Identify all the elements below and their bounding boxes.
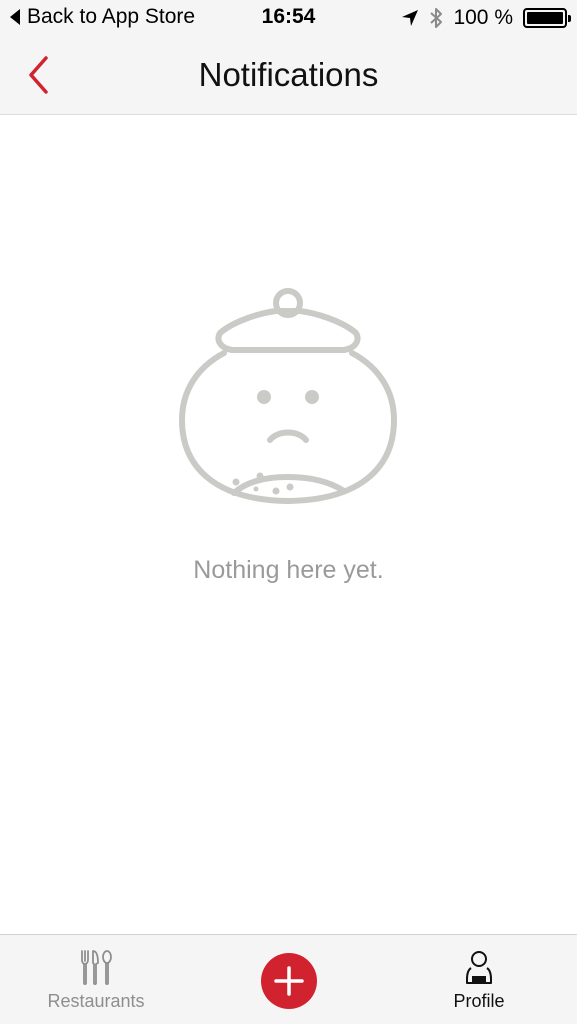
status-bar: Back to App Store 16:54 100 %	[0, 0, 577, 38]
empty-state-message: Nothing here yet.	[193, 556, 384, 584]
battery-level	[527, 12, 563, 24]
battery-icon	[523, 8, 571, 28]
tab-restaurants[interactable]: Restaurants	[30, 935, 162, 1024]
location-arrow-icon	[402, 10, 419, 26]
cutlery-icon	[79, 949, 113, 987]
add-button[interactable]	[261, 953, 317, 1009]
tab-restaurants-label: Restaurants	[47, 991, 145, 1011]
bluetooth-icon	[430, 8, 443, 28]
profile-icon	[465, 949, 493, 987]
battery-percent: 100 %	[453, 6, 513, 29]
sad-jar-icon	[179, 288, 397, 504]
navigation-bar: Notifications	[0, 38, 577, 115]
notifications-screen: Back to App Store 16:54 100 % Notificati…	[0, 0, 577, 1024]
tab-profile[interactable]: Profile	[430, 935, 528, 1024]
plus-icon	[274, 966, 304, 996]
status-indicators: 100 %	[401, 6, 571, 30]
page-title: Notifications	[198, 56, 379, 93]
tab-profile-label: Profile	[453, 991, 505, 1011]
tab-bar: Restaurants Profile	[0, 934, 577, 1024]
